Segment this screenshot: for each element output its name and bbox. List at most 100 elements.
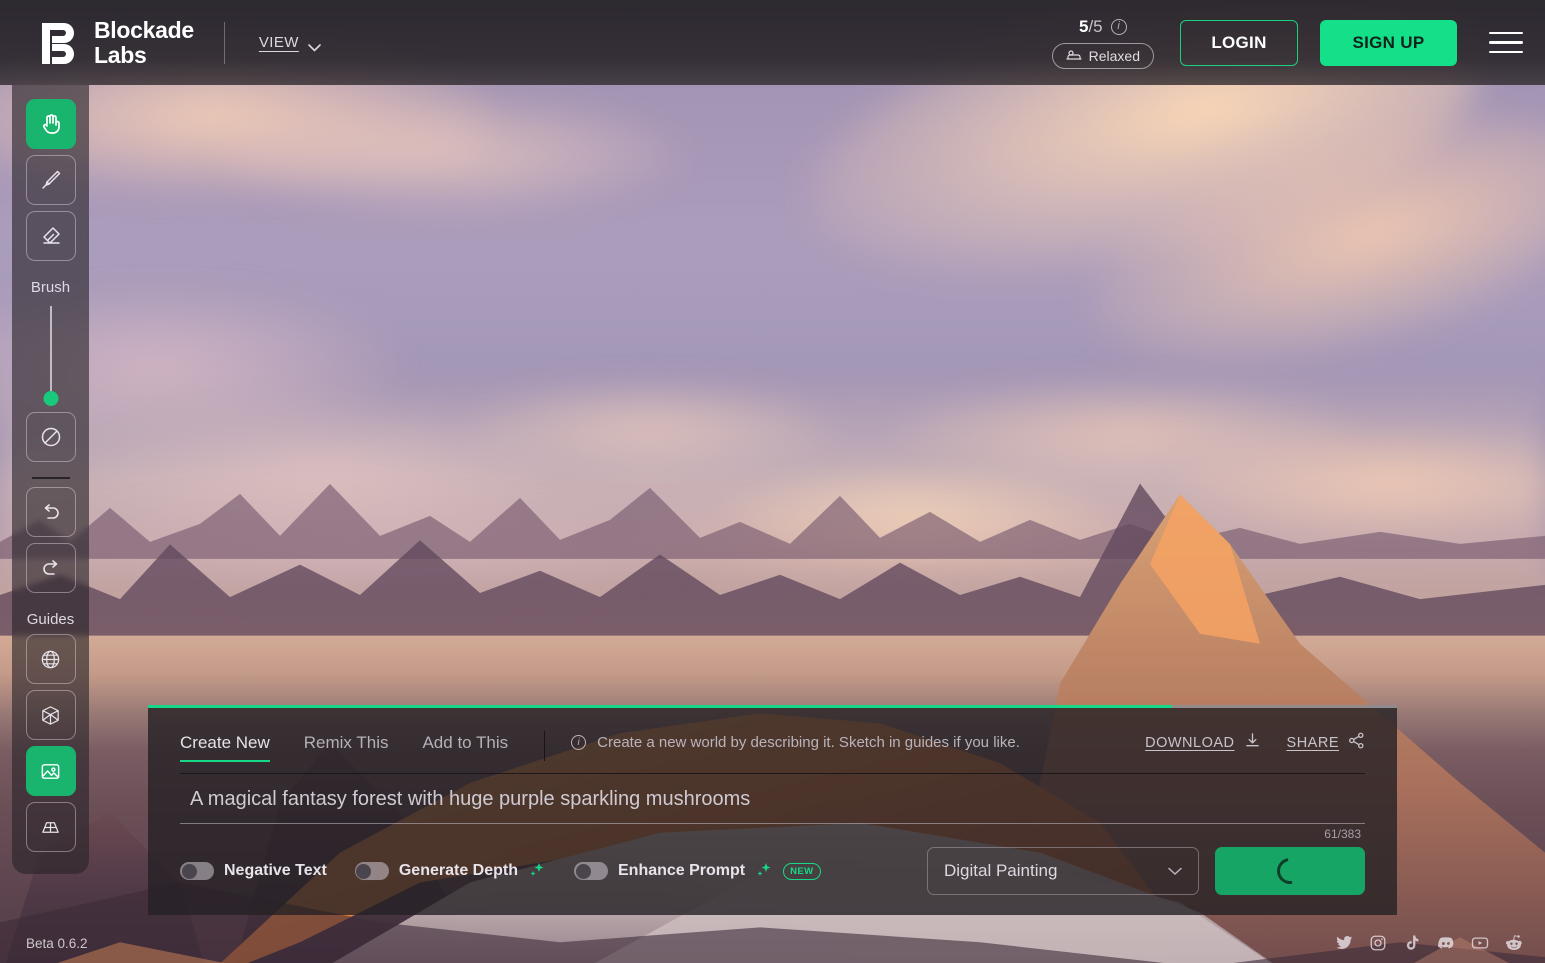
tabs-divider xyxy=(544,731,546,761)
blockade-labs-logo-icon xyxy=(40,22,78,64)
instagram-icon[interactable] xyxy=(1369,934,1387,952)
credits-counter: 5/5 i xyxy=(1079,17,1127,37)
generation-panel: Create New Remix This Add to This i Crea… xyxy=(148,705,1397,915)
footer-bar: Beta 0.6.2 xyxy=(0,923,1545,963)
tabs-underline xyxy=(180,773,1365,774)
negative-text-label: Negative Text xyxy=(224,862,327,879)
toolbar-divider xyxy=(31,477,70,479)
credits-area: 5/5 i Relaxed xyxy=(1051,17,1154,69)
prompt-underline xyxy=(180,823,1365,824)
twitter-icon[interactable] xyxy=(1335,934,1353,952)
guide-cube[interactable] xyxy=(25,690,76,740)
hand-icon xyxy=(39,112,63,136)
social-links xyxy=(1335,934,1523,952)
tiktok-icon[interactable] xyxy=(1403,934,1421,952)
loading-spinner-icon xyxy=(1271,852,1309,890)
brand-logo[interactable]: Blockade Labs xyxy=(40,16,194,68)
generation-progress-fill xyxy=(148,705,1173,708)
panel-actions: DOWNLOAD SHARE xyxy=(1145,732,1365,753)
guide-image[interactable] xyxy=(25,746,76,796)
chevron-down-icon xyxy=(1168,861,1182,881)
brush-size-label: Brush xyxy=(30,279,71,296)
left-toolbar: Brush Guides xyxy=(12,85,89,874)
globe-icon xyxy=(39,648,62,671)
credits-total: /5 xyxy=(1088,16,1103,36)
cube-icon xyxy=(39,704,62,727)
new-badge: NEW xyxy=(783,862,821,880)
relax-sofa-icon xyxy=(1066,48,1082,64)
undo-tool[interactable] xyxy=(25,487,76,537)
login-button[interactable]: LOGIN xyxy=(1180,19,1298,66)
brand-name: Blockade Labs xyxy=(94,16,194,68)
toggle-enhance-prompt[interactable]: Enhance Prompt NEW xyxy=(574,860,821,882)
discord-icon[interactable] xyxy=(1437,934,1455,952)
hamburger-line xyxy=(1489,41,1523,44)
prompt-section: 61/383 Negative Text Generate Depth xyxy=(148,786,1397,895)
share-label: SHARE xyxy=(1286,734,1339,751)
info-icon[interactable]: i xyxy=(1110,18,1127,35)
download-label: DOWNLOAD xyxy=(1145,734,1235,751)
signup-button[interactable]: SIGN UP xyxy=(1320,19,1457,66)
brush-size-slider-handle[interactable] xyxy=(43,391,58,406)
guides-label: Guides xyxy=(26,611,75,628)
hamburger-line xyxy=(1489,50,1523,54)
top-bar-right: 5/5 i Relaxed LOGIN SIGN UP xyxy=(1051,17,1523,69)
panel-tabs: Create New Remix This Add to This i Crea… xyxy=(180,731,1365,762)
generate-depth-switch[interactable] xyxy=(354,862,389,880)
chevron-down-icon xyxy=(308,39,321,52)
download-icon xyxy=(1244,732,1261,753)
prompt-row: 61/383 xyxy=(180,786,1365,841)
top-bar: Blockade Labs VIEW 5/5 i Relaxed LOGIN S… xyxy=(0,0,1545,85)
paintbrush-icon xyxy=(39,168,63,192)
share-nodes-icon xyxy=(1348,732,1365,753)
toggle-negative-text[interactable]: Negative Text xyxy=(180,862,327,880)
enhance-prompt-switch[interactable] xyxy=(574,862,608,880)
cloud-shape xyxy=(1062,66,1545,415)
undo-arrow-icon xyxy=(39,500,63,524)
redo-arrow-icon xyxy=(39,556,63,580)
info-icon: i xyxy=(571,735,587,750)
toggle-generate-depth[interactable]: Generate Depth xyxy=(354,860,546,882)
tab-remix-this[interactable]: Remix This xyxy=(304,733,389,762)
brush-tool[interactable] xyxy=(25,155,76,205)
view-menu-button[interactable]: VIEW xyxy=(258,34,321,52)
guide-sphere[interactable] xyxy=(25,634,76,684)
generate-depth-label: Generate Depth xyxy=(398,862,518,879)
download-button[interactable]: DOWNLOAD xyxy=(1145,732,1260,753)
style-select[interactable]: Digital Painting xyxy=(927,847,1199,895)
generation-controls: Negative Text Generate Depth Enhance Pro… xyxy=(180,847,1365,895)
brand-line-1: Blockade xyxy=(94,16,194,43)
no-entry-slash-icon xyxy=(39,425,63,449)
app-version: Beta 0.6.2 xyxy=(26,935,88,951)
brush-size-slider[interactable] xyxy=(43,306,58,406)
prompt-char-counter: 61/383 xyxy=(1324,827,1361,841)
share-button[interactable]: SHARE xyxy=(1287,732,1365,753)
tab-add-to-this[interactable]: Add to This xyxy=(422,733,508,762)
guide-perspective[interactable] xyxy=(25,802,76,852)
tab-create-new[interactable]: Create New xyxy=(180,733,270,762)
clear-tool[interactable] xyxy=(25,412,76,462)
eraser-icon xyxy=(39,224,63,248)
mode-badge[interactable]: Relaxed xyxy=(1051,42,1154,69)
redo-tool[interactable] xyxy=(25,543,76,593)
hamburger-menu-icon[interactable] xyxy=(1489,29,1523,57)
brand-line-2: Labs xyxy=(94,41,147,68)
generate-button[interactable] xyxy=(1215,847,1365,895)
right-controls: Digital Painting xyxy=(927,847,1365,895)
perspective-plane-icon xyxy=(39,816,62,839)
divider xyxy=(223,21,225,64)
view-menu-label: VIEW xyxy=(258,34,299,51)
panel-hint-text: Create a new world by describing it. Ske… xyxy=(597,734,1020,751)
youtube-icon[interactable] xyxy=(1471,934,1489,952)
generation-panel-body: Create New Remix This Add to This i Crea… xyxy=(148,705,1397,762)
negative-text-switch[interactable] xyxy=(180,862,214,880)
sparkle-icon xyxy=(528,860,546,882)
enhance-prompt-label: Enhance Prompt xyxy=(618,862,746,879)
generation-progress-track xyxy=(148,705,1397,708)
mode-label: Relaxed xyxy=(1088,47,1140,64)
eraser-tool[interactable] xyxy=(25,211,76,261)
panel-hint: i Create a new world by describing it. S… xyxy=(571,734,1020,751)
reddit-icon[interactable] xyxy=(1505,934,1523,952)
pan-hand-tool[interactable] xyxy=(25,99,76,149)
prompt-input[interactable] xyxy=(180,786,1365,823)
